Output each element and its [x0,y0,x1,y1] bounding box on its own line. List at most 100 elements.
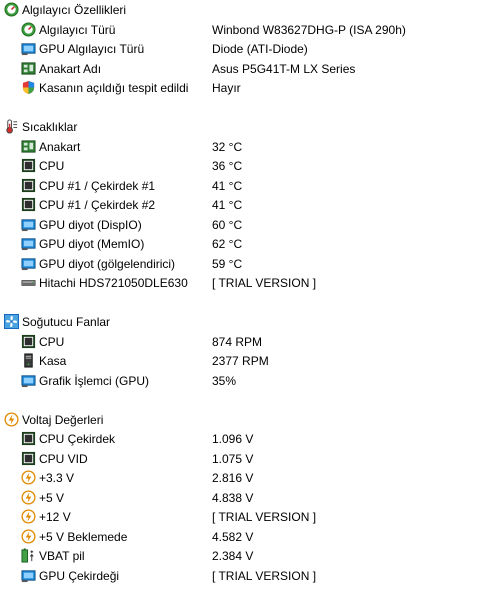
list-item[interactable]: CPU Çekirdek 1.096 V [0,430,480,450]
list-item[interactable]: Kasa 2377 RPM [0,352,480,372]
item-value: Asus P5G41T-M LX Series [212,61,356,76]
list-item[interactable]: +5 V Beklemede 4.582 V [0,528,480,548]
section-sensor-properties[interactable]: Algılayıcı Özellikleri [0,1,480,21]
gpu-card-icon [21,373,36,388]
list-item[interactable]: GPU Algılayıcı Türü Diode (ATI-Diode) [0,40,480,60]
item-value: 2377 RPM [212,354,269,368]
item-value: 2.816 V [212,471,254,485]
list-item[interactable]: +5 V 4.838 V [0,489,480,509]
item-value: [ TRIAL VERSION ] [212,276,317,290]
cpu-chip-icon [21,334,36,349]
sensor-panel: Algılayıcı Özellikleri Algılayıcı Türü W… [0,0,480,605]
item-label: CPU #1 / Çekirdek #1 [39,178,156,193]
item-label: +12 V [39,510,71,525]
item-label: GPU diyot (MemIO) [39,237,145,252]
separator [0,294,480,314]
motherboard-icon [21,61,36,76]
item-value: 62 °C [212,237,243,251]
list-item[interactable]: Algılayıcı Türü Winbond W83627DHG-P (ISA… [0,21,480,41]
item-label: VBAT pil [39,549,85,564]
item-label: Kasanın açıldığı tespit edildi [39,81,189,96]
list-item[interactable]: Hitachi HDS721050DLE630 [ TRIAL VERSION … [0,274,480,294]
item-label: GPU Çekirdeği [39,568,120,583]
gpu-card-icon [21,236,36,251]
item-label: Algılayıcı Türü [39,22,116,37]
list-item[interactable]: Kasanın açıldığı tespit edildi Hayır [0,79,480,99]
item-label: +3.3 V [39,471,75,486]
item-label: GPU diyot (gölgelendirici) [39,256,176,271]
item-value: 32 °C [212,139,243,154]
separator [0,99,480,119]
list-item[interactable]: CPU VID 1.075 V [0,450,480,470]
list-item[interactable]: CPU #1 / Çekirdek #2 41 °C [0,196,480,216]
list-item[interactable]: GPU diyot (DispIO) 60 °C [0,216,480,236]
item-label: +5 V Beklemede [39,529,128,544]
item-value: 41 °C [212,198,243,212]
list-item[interactable]: Grafik İşlemci (GPU) 35% [0,372,480,392]
list-item[interactable]: +12 V [ TRIAL VERSION ] [0,508,480,528]
item-value: [ TRIAL VERSION ] [212,568,317,583]
cpu-chip-icon [21,197,36,212]
list-item[interactable]: GPU diyot (MemIO) 62 °C [0,235,480,255]
motherboard-icon [21,139,36,154]
item-label: CPU [39,334,65,349]
voltage-icon [21,509,36,524]
item-label: Anakart [39,139,81,154]
battery-icon [21,548,36,563]
list-item[interactable]: CPU 874 RPM [0,333,480,353]
voltage-icon [21,490,36,505]
section-title: Voltaj Değerleri [22,412,104,427]
item-label: GPU Algılayıcı Türü [39,42,145,57]
list-item[interactable]: VBAT pil 2.384 V [0,547,480,567]
item-value: 36 °C [212,159,243,173]
item-label: CPU #1 / Çekirdek #2 [39,198,156,213]
hard-drive-icon [21,275,36,290]
item-value: 1.096 V [212,432,254,446]
gpu-card-icon [21,41,36,56]
item-value: 4.838 V [212,490,254,505]
section-title: Algılayıcı Özellikleri [22,3,127,18]
item-label: Grafik İşlemci (GPU) [39,373,150,388]
item-label: +5 V [39,490,65,505]
item-value: 1.075 V [212,451,254,466]
pc-case-icon [21,353,36,368]
cpu-chip-icon [21,178,36,193]
voltage-icon [21,529,36,544]
item-label: GPU diyot (DispIO) [39,217,142,232]
section-title: Sıcaklıklar [22,120,78,135]
thermometer-icon [4,119,19,134]
gpu-card-icon [21,568,36,583]
item-label: CPU VID [39,451,88,466]
item-value: Winbond W83627DHG-P (ISA 290h) [212,22,406,37]
item-label: Kasa [39,354,67,369]
list-item[interactable]: GPU Çekirdeği [ TRIAL VERSION ] [0,567,480,587]
item-label: Hitachi HDS721050DLE630 [39,276,188,291]
voltage-icon [4,412,19,427]
section-temperatures[interactable]: Sıcaklıklar [0,118,480,138]
security-shield-icon [21,80,36,95]
sensor-gauge-icon [4,2,19,17]
cpu-chip-icon [21,451,36,466]
item-value: [ TRIAL VERSION ] [212,510,317,524]
list-item[interactable]: CPU #1 / Çekirdek #1 41 °C [0,177,480,197]
list-item[interactable]: Anakart 32 °C [0,138,480,158]
gpu-card-icon [21,217,36,232]
item-value: Hayır [212,81,241,95]
cpu-chip-icon [21,431,36,446]
gpu-card-icon [21,256,36,271]
item-value: 4.582 V [212,529,254,544]
fan-icon [4,314,19,330]
item-label: CPU Çekirdek [39,432,116,447]
list-item[interactable]: +3.3 V 2.816 V [0,469,480,489]
list-item[interactable]: Anakart Adı Asus P5G41T-M LX Series [0,60,480,80]
list-item[interactable]: GPU diyot (gölgelendirici) 59 °C [0,255,480,275]
item-value: 59 °C [212,256,243,271]
section-cooling-fans[interactable]: Soğutucu Fanlar [0,313,480,333]
item-value: Diode (ATI-Diode) [212,42,308,56]
cpu-chip-icon [21,158,36,173]
list-item[interactable]: CPU 36 °C [0,157,480,177]
item-label: Anakart Adı [39,61,102,76]
item-value: 41 °C [212,178,243,193]
item-label: CPU [39,159,65,174]
section-voltages[interactable]: Voltaj Değerleri [0,411,480,431]
